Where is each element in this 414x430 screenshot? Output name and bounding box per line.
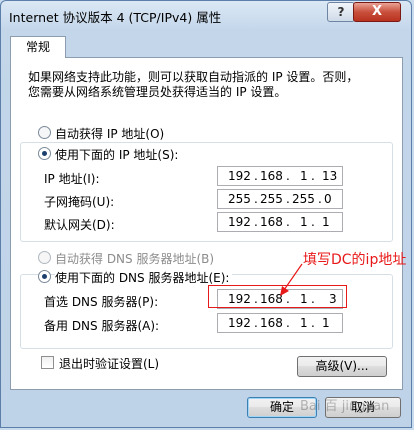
title-bar[interactable]: Internet 协议版本 4 (TCP/IPv4) 属性 ? X [1, 1, 411, 31]
validate-on-exit-label[interactable]: 退出时验证设置(L) [59, 355, 159, 372]
window-title: Internet 协议版本 4 (TCP/IPv4) 属性 [9, 10, 222, 25]
help-button[interactable]: ? [327, 2, 355, 22]
dns-manual-label[interactable]: 使用下面的 DNS 服务器地址(E): [55, 269, 233, 286]
default-gateway-field[interactable]: 192. 168. 1. 1 [217, 212, 343, 232]
validate-on-exit-checkbox[interactable] [41, 356, 54, 369]
ip-address-label: IP 地址(I): [44, 172, 100, 186]
subnet-mask-label: 子网掩码(U): [44, 195, 115, 209]
ip-manual-radio[interactable] [38, 147, 51, 160]
preferred-dns-label: 首选 DNS 服务器(P): [44, 295, 159, 309]
ip-auto-radio[interactable] [38, 126, 51, 139]
dialog-window: Internet 协议版本 4 (TCP/IPv4) 属性 ? X 常规 如果网… [0, 0, 412, 428]
default-gateway-label: 默认网关(D): [44, 218, 115, 232]
close-button[interactable]: X [353, 2, 401, 22]
alternate-dns-label: 备用 DNS 服务器(A): [44, 319, 160, 333]
advanced-button[interactable]: 高级(V)... [297, 356, 387, 377]
annotation-text: 填写DC的ip地址 [303, 252, 407, 268]
ip-auto-label[interactable]: 自动获得 IP 地址(O) [55, 125, 164, 142]
ip-address-field[interactable]: 192. 168. 1. 13 [217, 166, 343, 186]
ip-manual-label[interactable]: 使用下面的 IP 地址(S): [55, 146, 182, 163]
dns-manual-radio[interactable] [38, 270, 51, 283]
general-tab-panel: 如果网络支持此功能，则可以获取自动指派的 IP 设置。否则， 您需要从网络系统管… [10, 57, 403, 390]
alternate-dns-field[interactable]: 192. 168. 1. 1 [217, 313, 343, 333]
tab-general[interactable]: 常规 [10, 36, 66, 58]
dns-auto-radio[interactable] [38, 251, 51, 264]
description-line-1: 如果网络支持此功能，则可以获取自动指派的 IP 设置。否则， [28, 70, 359, 84]
watermark-logo: Bai 百 jingyan [300, 399, 390, 414]
description-line-2: 您需要从网络系统管理员处获得适当的 IP 设置。 [28, 85, 287, 99]
description-text: 如果网络支持此功能，则可以获取自动指派的 IP 设置。否则， 您需要从网络系统管… [28, 70, 388, 100]
dns-auto-label[interactable]: 自动获得 DNS 服务器地址(B) [55, 250, 214, 267]
subnet-mask-field[interactable]: 255. 255. 255. 0 [217, 189, 343, 209]
preferred-dns-highlight-box [208, 285, 347, 308]
